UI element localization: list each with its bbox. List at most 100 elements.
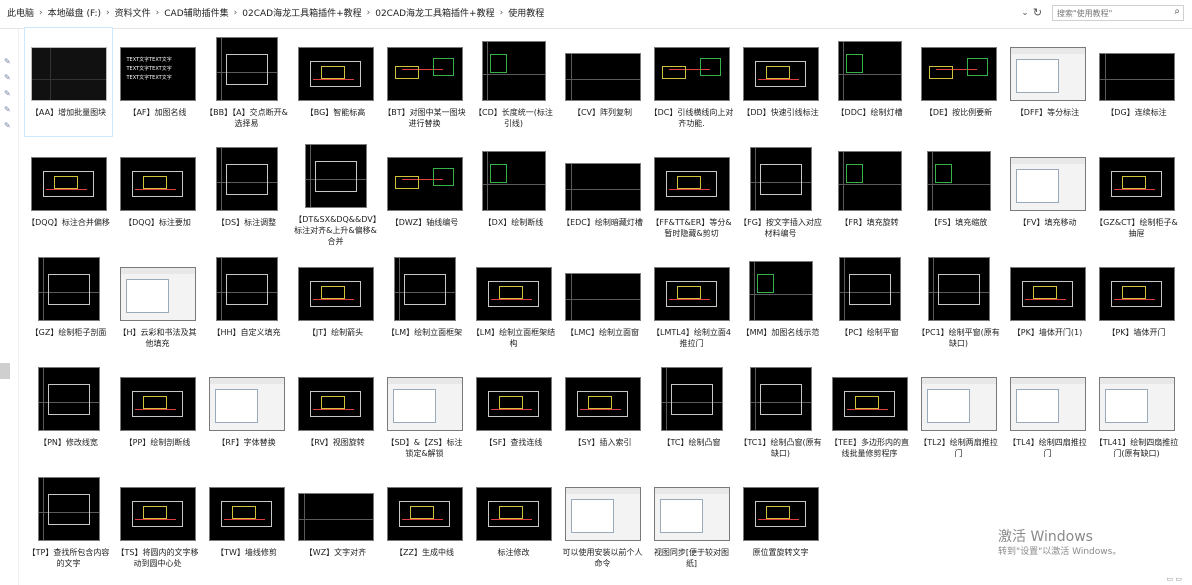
file-thumbnail [564,273,641,321]
file-item[interactable]: 【AA】增加批量图块 [24,27,113,137]
file-item[interactable]: 【CV】阵列复制 [558,27,647,137]
file-item[interactable]: 【PC】绘制平窗 [825,247,914,357]
file-item[interactable]: 【DC】引线横线向上对齐功能. [647,27,736,137]
breadcrumb-item[interactable]: 此电脑 [4,6,37,19]
file-item[interactable]: 标注修改 [469,467,558,577]
file-item[interactable]: 【GZ】绘制柜子剖面 [24,247,113,357]
file-item[interactable]: 【DDC】绘制灯槽 [825,27,914,137]
file-item[interactable]: 【DT&SX&DQ&&DV】标注对齐&上升&偏移&合并 [291,137,380,247]
file-item[interactable]: 【TP】查找所包含内容的文字 [24,467,113,577]
search-input[interactable]: 搜索"使用教程" ⌕ [1052,5,1184,21]
file-item[interactable]: 【HH】自定义填充 [202,247,291,357]
file-item[interactable]: 【DWZ】轴线编号 [380,137,469,247]
thumbnail-frame [647,137,736,211]
file-item[interactable]: 【FS】填充缩放 [914,137,1003,247]
file-item[interactable]: 【PK】墙体开门(1) [1003,247,1092,357]
file-item[interactable]: 【RF】字体替换 [202,357,291,467]
file-item[interactable]: 【LM】绘制立面框架 [380,247,469,357]
file-item[interactable]: 原位置旋转文字 [736,467,825,577]
file-item[interactable]: 【LM】绘制立面框架结构 [469,247,558,357]
chevron-down-icon[interactable]: ⌄ [1019,6,1031,20]
file-item[interactable]: 【TC1】绘制凸窗(原有缺口) [736,357,825,467]
file-item[interactable]: 【DQQ】标注要加 [113,137,202,247]
navigation-pane[interactable]: ✎ ✎ ✎ ✎ ✎ [0,29,18,585]
file-item[interactable]: 【PK】墙体开门 [1092,247,1181,357]
file-item[interactable]: 视图同步[便于较对图纸] [647,467,736,577]
file-item[interactable]: 【DFF】等分标注 [1003,27,1092,137]
file-item[interactable]: 【JT】绘制箭头 [291,247,380,357]
file-item[interactable]: 【TL4】绘制四扇推拉门 [1003,357,1092,467]
thumbnail-frame [291,137,380,208]
file-name: 【GZ&CT】绘制柜子&抽屉 [1095,218,1178,238]
file-item[interactable]: 【BB】【A】交点断开&选择易 [202,27,291,137]
chevron-right-icon[interactable]: › [498,8,506,18]
file-item[interactable]: 【EDC】绘制暗藏灯槽 [558,137,647,247]
thumbnail-frame [202,357,291,431]
file-thumbnail [475,267,552,321]
file-item[interactable]: 【DG】连续标注 [1092,27,1181,137]
thumbnail-frame [291,357,380,431]
file-name: 【TP】查找所包含内容的文字 [27,548,110,568]
file-item[interactable]: 【SF】查找连线 [469,357,558,467]
file-item[interactable]: 【RV】视图旋转 [291,357,380,467]
file-item[interactable]: 【WZ】文字对齐 [291,467,380,577]
file-name: 【TS】将圆内的文字移动到圆中心处 [116,548,199,568]
file-item[interactable]: 【FF&TT&ER】等分&暂时隐藏&剪切 [647,137,736,247]
chevron-right-icon[interactable]: › [37,8,45,18]
file-item[interactable]: 【DE】按比例要新 [914,27,1003,137]
file-item[interactable]: 【SD】&【ZS】标注锁定&解锁 [380,357,469,467]
file-item[interactable]: 【SY】插入索引 [558,357,647,467]
refresh-icon[interactable]: ↻ [1031,6,1044,20]
thumbnail-frame [736,247,825,321]
file-item[interactable]: 【DQQ】标注合并偏移 [24,137,113,247]
file-item[interactable]: 【DD】快速引线标注 [736,27,825,137]
file-item[interactable]: 【FG】按文字插入对应材料编号 [736,137,825,247]
breadcrumb-item[interactable]: 02CAD海龙工具箱插件+教程 [372,6,497,19]
thumbnail-frame [113,247,202,321]
file-item[interactable]: 【DX】绘制断线 [469,137,558,247]
file-item[interactable]: 【BG】智能标高 [291,27,380,137]
pane-divider[interactable] [18,29,19,585]
pin-icon: ✎ [4,89,11,98]
chevron-right-icon[interactable]: › [154,8,162,18]
file-item[interactable]: 【LMC】绘制立面窗 [558,247,647,357]
file-item[interactable]: 【LMTL4】绘制立面4推拉门 [647,247,736,357]
file-item[interactable]: 【TL2】绘制两扇推拉门 [914,357,1003,467]
file-name: 【LM】绘制立面框架结构 [471,328,556,348]
file-item[interactable]: 【DS】标注调整 [202,137,291,247]
file-item[interactable]: 【CD】长度统一(标注引线) [469,27,558,137]
file-item[interactable]: 【TS】将圆内的文字移动到圆中心处 [113,467,202,577]
breadcrumb-item[interactable]: 本地磁盘 (F:) [45,6,104,19]
file-item[interactable]: 【PP】绘制剖断线 [113,357,202,467]
file-name: 【MM】加图名线示范 [741,328,820,337]
file-item[interactable]: 【FR】填充旋转 [825,137,914,247]
file-item[interactable]: 【H】云彩和书法及其他填充 [113,247,202,357]
file-item[interactable]: TEXT文字TEXT文字 TEXT文字TEXT文字 TEXT文字TEXT文字 【AF】… [113,27,202,137]
file-item[interactable]: 【ZZ】生成中线 [380,467,469,577]
breadcrumb-item[interactable]: 使用教程 [505,6,547,19]
file-item[interactable]: 【TL41】绘制四扇推拉门(原有缺口) [1092,357,1181,467]
chevron-right-icon[interactable]: › [365,8,373,18]
file-item[interactable]: 【PC1】绘制平窗(原有缺口) [914,247,1003,357]
breadcrumb-item[interactable]: 资料文件 [112,6,154,19]
pin-icon: ✎ [4,105,11,114]
file-item[interactable]: 【TEE】多边形内的直线批量修剪程序 [825,357,914,467]
file-name: 可以使用安装以前个人命令 [562,548,643,568]
file-item[interactable]: 【BT】对图中某一图块进行替换 [380,27,469,137]
chevron-right-icon[interactable]: › [232,8,240,18]
chevron-right-icon[interactable]: › [104,8,112,18]
file-item[interactable]: 【FV】填充移动 [1003,137,1092,247]
file-item[interactable]: 【GZ&CT】绘制柜子&抽屉 [1092,137,1181,247]
file-item[interactable]: 可以使用安装以前个人命令 [558,467,647,577]
breadcrumb-item[interactable]: CAD辅助插件集 [161,6,231,19]
nav-scroll-thumb[interactable] [0,363,10,379]
file-thumbnail [297,377,374,431]
breadcrumb-item[interactable]: 02CAD海龙工具箱插件+教程 [239,6,364,19]
file-item[interactable]: 【PN】修改线宽 [24,357,113,467]
file-item[interactable]: 【TC】绘制凸窗 [647,357,736,467]
file-item[interactable]: 【TW】墙线修剪 [202,467,291,577]
file-item[interactable]: 【MM】加图名线示范 [736,247,825,357]
file-thumbnail [215,257,278,321]
file-name: 【CV】阵列复制 [572,108,633,117]
file-name: 【TC】绘制凸窗 [662,438,721,447]
